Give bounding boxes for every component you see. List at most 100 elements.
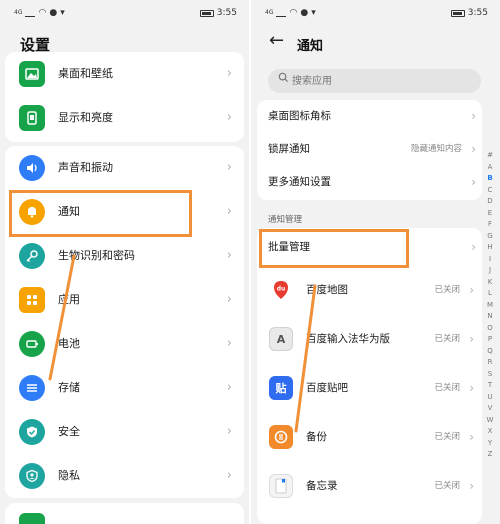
alphabet-index-letter[interactable]: L bbox=[485, 288, 495, 300]
settings-group-display: 桌面和壁纸 › 显示和亮度 › bbox=[5, 52, 244, 142]
settings-group-more bbox=[5, 503, 244, 524]
settings-item-label: 生物识别和密码 bbox=[58, 249, 135, 262]
battery-status-icon bbox=[450, 9, 465, 17]
signal-label: 4G bbox=[14, 9, 23, 16]
settings-item-label: 电池 bbox=[58, 337, 80, 350]
notification-settings-group: 桌面图标角标 › 锁屏通知 隐藏通知内容 › 更多通知设置 › bbox=[257, 100, 482, 200]
alphabet-index-letter[interactable]: W bbox=[485, 415, 495, 427]
chevron-right-icon: › bbox=[469, 430, 474, 444]
highlight-box-notifications bbox=[9, 190, 192, 237]
shield-status-icon: ▾ bbox=[311, 8, 316, 18]
highlight-box-batch-manage bbox=[259, 229, 409, 268]
alphabet-index-letter[interactable]: F bbox=[485, 219, 495, 231]
chevron-right-icon: › bbox=[471, 240, 476, 254]
settings-item-label: 隐私 bbox=[58, 469, 80, 482]
message-icon: ● bbox=[49, 8, 58, 18]
app-name: 百度地图 bbox=[306, 284, 348, 296]
alphabet-index-letter[interactable]: O bbox=[485, 323, 495, 335]
search-input[interactable] bbox=[292, 69, 472, 93]
section-header: 通知管理 bbox=[268, 215, 303, 225]
app-name: 百度贴吧 bbox=[306, 382, 348, 394]
settings-item-label: 桌面和壁纸 bbox=[58, 67, 113, 80]
alphabet-index-letter[interactable]: R bbox=[485, 357, 495, 369]
app-row-memo[interactable]: 备忘录 已关闭 › bbox=[257, 464, 482, 513]
alphabet-index-letter[interactable]: N bbox=[485, 311, 495, 323]
app-status: 已关闭 bbox=[434, 383, 460, 393]
alphabet-index-letter[interactable]: X bbox=[485, 426, 495, 438]
partial-item-icon bbox=[19, 513, 45, 524]
alphabet-index-letter[interactable]: T bbox=[485, 380, 495, 392]
settings-item-security[interactable]: 安全 › bbox=[5, 410, 244, 454]
alphabet-index-letter[interactable]: Z bbox=[485, 449, 495, 461]
signal-label: 4G bbox=[265, 9, 274, 16]
row-lockscreen[interactable]: 锁屏通知 隐藏通知内容 › bbox=[257, 133, 482, 166]
alphabet-index-letter[interactable]: H bbox=[485, 242, 495, 254]
alphabet-index-letter[interactable]: Q bbox=[485, 346, 495, 358]
app-name: 备忘录 bbox=[306, 480, 338, 492]
app-name: 备份 bbox=[306, 431, 327, 443]
search-icon bbox=[278, 72, 289, 86]
chevron-right-icon: › bbox=[226, 110, 232, 125]
status-bar: 4G ◠ ● ▾ 3:55 bbox=[251, 0, 500, 28]
settings-item-label: 存储 bbox=[58, 381, 80, 394]
display-icon bbox=[19, 105, 45, 131]
chevron-right-icon: › bbox=[471, 109, 476, 123]
app-row-baidu-map[interactable]: du 百度地图 已关闭 › bbox=[257, 268, 482, 317]
row-badge[interactable]: 桌面图标角标 › bbox=[257, 100, 482, 133]
alphabet-index-letter[interactable]: Y bbox=[485, 438, 495, 450]
app-status: 已关闭 bbox=[434, 334, 460, 344]
baidu-input-icon: A bbox=[269, 327, 293, 351]
row-label: 更多通知设置 bbox=[268, 176, 331, 188]
chevron-right-icon: › bbox=[226, 204, 232, 219]
search-bar[interactable] bbox=[268, 69, 481, 93]
alphabet-index-letter[interactable]: C bbox=[485, 185, 495, 197]
alphabet-index-letter[interactable]: K bbox=[485, 277, 495, 289]
app-row-backup[interactable]: 备份 已关闭 › bbox=[257, 415, 482, 464]
settings-item-wallpaper[interactable]: 桌面和壁纸 › bbox=[5, 52, 244, 96]
alphabet-index-letter[interactable]: # bbox=[485, 150, 495, 162]
app-name: 百度输入法华为版 bbox=[306, 333, 390, 345]
alphabet-index-letter[interactable]: G bbox=[485, 231, 495, 243]
settings-item-biometrics[interactable]: 生物识别和密码 › bbox=[5, 234, 244, 278]
chevron-right-icon: › bbox=[469, 479, 474, 493]
row-label: 锁屏通知 bbox=[268, 143, 310, 155]
chevron-right-icon: › bbox=[469, 283, 474, 297]
app-status: 已关闭 bbox=[434, 432, 460, 442]
alphabet-index-letter[interactable]: S bbox=[485, 369, 495, 381]
app-row-tieba[interactable]: 贴 百度贴吧 已关闭 › bbox=[257, 366, 482, 415]
alphabet-index-letter[interactable]: J bbox=[485, 265, 495, 277]
signal-bars-icon bbox=[25, 9, 36, 17]
alphabet-index[interactable]: # A B C D E F G H I J K L M N O P Q R S T U V W X Y Z bbox=[485, 150, 495, 461]
page-title: 通知 bbox=[297, 39, 324, 54]
alphabet-index-letter[interactable]: U bbox=[485, 392, 495, 404]
settings-item-display[interactable]: 显示和亮度 › bbox=[5, 96, 244, 140]
alphabet-index-letter[interactable]: M bbox=[485, 300, 495, 312]
back-arrow-icon[interactable]: ← bbox=[269, 30, 284, 51]
alphabet-index-letter[interactable]: D bbox=[485, 196, 495, 208]
chevron-right-icon: › bbox=[226, 380, 232, 395]
alphabet-index-letter[interactable]: I bbox=[485, 254, 495, 266]
settings-item-battery[interactable]: 电池 › bbox=[5, 322, 244, 366]
settings-item-sound[interactable]: 声音和振动 › bbox=[5, 146, 244, 190]
alphabet-index-letter[interactable]: P bbox=[485, 334, 495, 346]
app-row-baidu-input[interactable]: A 百度输入法华为版 已关闭 › bbox=[257, 317, 482, 366]
alphabet-index-letter[interactable]: V bbox=[485, 403, 495, 415]
alphabet-index-letter[interactable]: E bbox=[485, 208, 495, 220]
row-more-settings[interactable]: 更多通知设置 › bbox=[257, 166, 482, 199]
row-value: 隐藏通知内容 bbox=[410, 144, 462, 154]
chevron-right-icon: › bbox=[226, 66, 232, 81]
app-status: 已关闭 bbox=[434, 481, 460, 491]
app-status: 已关闭 bbox=[434, 285, 460, 295]
settings-item-privacy[interactable]: 隐私 › bbox=[5, 454, 244, 498]
alphabet-index-letter[interactable]: A bbox=[485, 162, 495, 174]
tieba-glyph: 贴 bbox=[275, 382, 287, 395]
settings-item-label: 应用 bbox=[58, 293, 80, 306]
key-icon bbox=[19, 243, 45, 269]
alphabet-index-letter[interactable]: B bbox=[485, 173, 495, 185]
chevron-right-icon: › bbox=[471, 142, 476, 156]
settings-item-apps[interactable]: 应用 › bbox=[5, 278, 244, 322]
settings-item-storage[interactable]: 存储 › bbox=[5, 366, 244, 410]
shield-status-icon: ▾ bbox=[60, 8, 65, 18]
wifi-icon: ◠ bbox=[38, 8, 47, 18]
chevron-right-icon: › bbox=[226, 336, 232, 351]
